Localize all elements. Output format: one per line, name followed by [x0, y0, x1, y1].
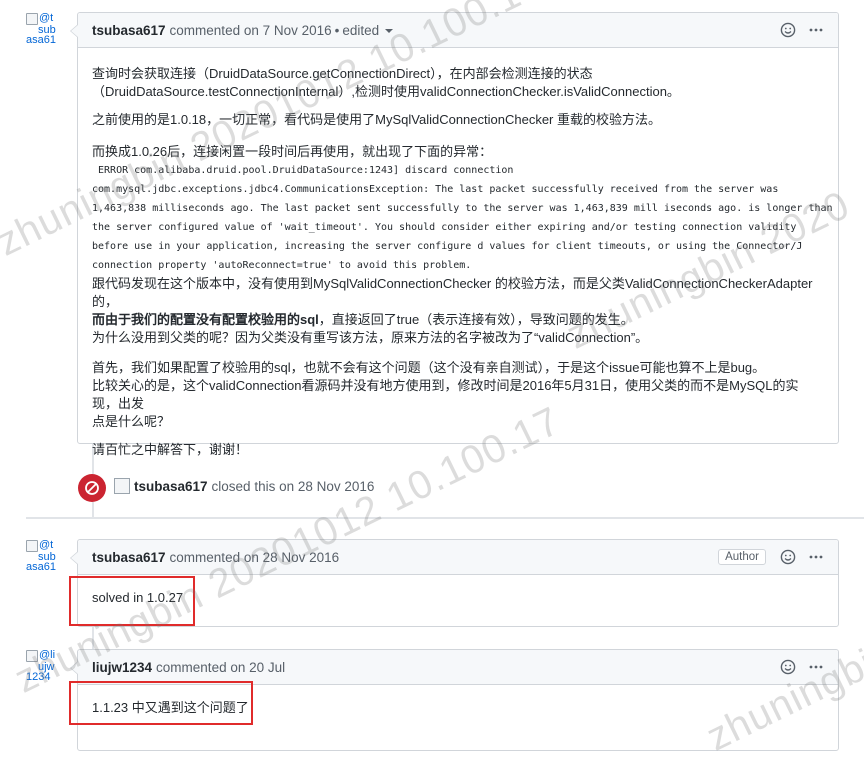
comment-timestamp[interactable]: commented on 20 Jul — [156, 660, 285, 675]
text-line: 查询时会获取连接（DruidDataSource.getConnectionDi… — [92, 66, 593, 81]
comment-header: tsubasa617 commented on 28 Nov 2016 Auth… — [78, 540, 838, 575]
paragraph: 查询时会获取连接（DruidDataSource.getConnectionDi… — [92, 65, 824, 101]
paragraph: 之前使用的是1.0.18，一切正常，看代码是使用了MySqlValidConne… — [92, 112, 661, 127]
avatar-alt-text: @t — [39, 13, 54, 24]
highlight-box — [69, 576, 195, 626]
closed-issue-icon — [78, 474, 106, 502]
bold-text: 而由于我们的配置没有配置校验用的sql — [92, 312, 319, 327]
log-line: ERROR com.alibaba.druid.pool.DruidDataSo… — [92, 165, 514, 176]
avatar-alt-text: @t — [39, 540, 54, 551]
text-line: 而换成1.0.26后，连接闲置一段时间后再使用，就出现了下面的异常： — [92, 144, 493, 159]
comment-body: 查询时会获取连接（DruidDataSource.getConnectionDi… — [78, 48, 838, 481]
kebab-menu-icon[interactable] — [808, 659, 824, 675]
edited-label: edited — [342, 22, 380, 38]
closed-event: tsubasa617 closed this on 28 Nov 2016 — [114, 478, 374, 494]
paragraph: 而换成1.0.26后，连接闲置一段时间后再使用，就出现了下面的异常： ERROR… — [92, 143, 833, 347]
log-line: com.mysql.jdbc.exceptions.jdbc4.Communic… — [92, 184, 779, 195]
error-log: ERROR com.alibaba.druid.pool.DruidDataSo… — [92, 161, 833, 275]
paragraph: 首先，我们如果配置了校验用的sql，也就不会有这个问题（这个没有亲自测试），于是… — [92, 359, 824, 431]
text-line: （DruidDataSource.testConnectionInternal）… — [92, 84, 680, 99]
avatar[interactable]: @t sub asa61 — [26, 13, 66, 53]
avatar[interactable] — [114, 478, 130, 494]
log-line: before use in your application, increasi… — [92, 241, 803, 252]
comment-author[interactable]: liujw1234 — [92, 660, 152, 675]
comment-header: tsubasa617 commented on 7 Nov 2016 • edi… — [78, 13, 838, 48]
caret-down-icon — [385, 28, 394, 33]
event-action[interactable]: closed this on 28 Nov 2016 — [212, 479, 375, 494]
edited-dropdown[interactable]: edited — [342, 22, 394, 38]
separator-dot: • — [334, 22, 340, 38]
kebab-menu-icon[interactable] — [808, 549, 824, 565]
comment-author[interactable]: tsubasa617 — [92, 23, 166, 38]
smiley-icon[interactable] — [780, 549, 796, 565]
timeline-line-bottom — [92, 502, 94, 517]
event-author[interactable]: tsubasa617 — [134, 479, 208, 494]
comment-actions — [780, 650, 824, 684]
avatar-alt-text: asa61 — [26, 34, 56, 46]
log-line: the server configured value of 'wait_tim… — [92, 222, 797, 233]
comment-header: liujw1234 commented on 20 Jul — [78, 650, 838, 685]
comment-actions: Author — [718, 540, 824, 574]
kebab-menu-icon[interactable] — [808, 22, 824, 38]
comment-card: tsubasa617 commented on 7 Nov 2016 • edi… — [70, 12, 839, 457]
text-line: 为什么没用到父类的呢？因为父类没有重写该方法，原来方法的名字被改为了“valid… — [92, 330, 649, 345]
paragraph: 请百忙之中解答下，谢谢！ — [92, 442, 249, 457]
avatar-alt-text: asa61 — [26, 561, 56, 573]
avatar[interactable]: @t sub asa61 — [26, 540, 66, 580]
avatar[interactable]: @li ujw 1234 — [26, 650, 66, 690]
text-line: 点是什么呢？ — [92, 414, 171, 429]
avatar-alt-text: 1234 — [26, 671, 51, 683]
smiley-icon[interactable] — [780, 22, 796, 38]
comment-author[interactable]: tsubasa617 — [92, 550, 166, 565]
comment-actions — [780, 13, 824, 47]
text-line: 首先，我们如果配置了校验用的sql，也就不会有这个问题（这个没有亲自测试），于是… — [92, 360, 766, 375]
text-line: 比较关心的是，这个validConnection看源码并没有地方使用到，修改时间… — [92, 378, 799, 411]
highlight-box — [69, 681, 253, 725]
comment-timestamp[interactable]: commented on 28 Nov 2016 — [170, 550, 340, 565]
divider — [26, 517, 864, 519]
text-line: ，直接返回了true（表示连接有效），导致问题的发生。 — [318, 312, 634, 327]
log-line: 1,463,838 milliseconds ago. The last pac… — [92, 203, 833, 214]
author-badge: Author — [718, 549, 766, 565]
log-line: connection property 'autoReconnect=true'… — [92, 260, 472, 271]
timeline-line-lower — [92, 625, 94, 650]
smiley-icon[interactable] — [780, 659, 796, 675]
comment-timestamp[interactable]: commented on 7 Nov 2016 — [170, 23, 332, 38]
text-line: 跟代码发现在这个版本中，没有使用到MySqlValidConnectionChe… — [92, 276, 813, 309]
avatar-alt-text: @li — [39, 650, 56, 661]
